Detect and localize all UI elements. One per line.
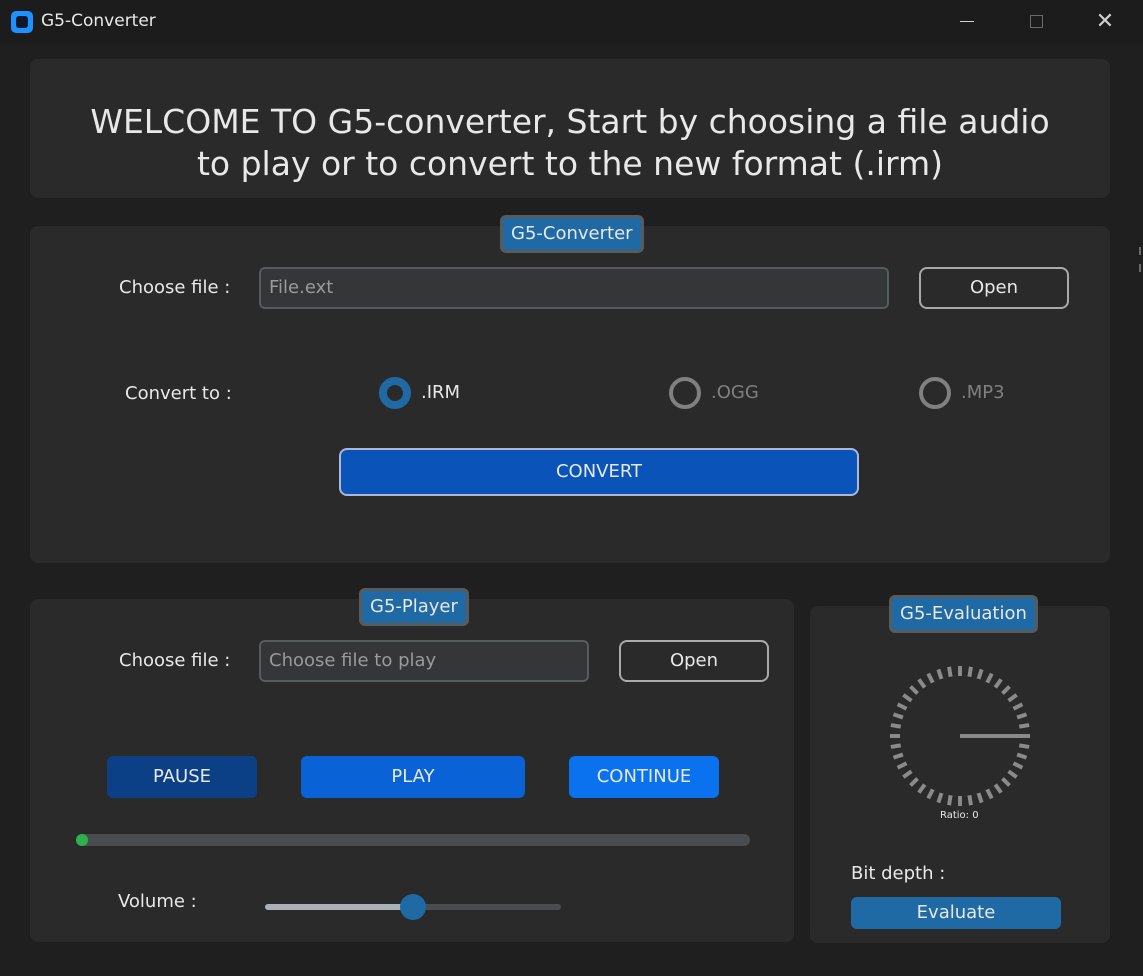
gauge-tick bbox=[947, 794, 953, 806]
gauge-tick bbox=[926, 672, 935, 684]
gauge-tick bbox=[993, 783, 1003, 794]
player-badge: G5-Player bbox=[359, 588, 469, 626]
minimize-button[interactable] bbox=[943, 0, 989, 44]
radio-ogg[interactable] bbox=[669, 377, 701, 409]
volume-slider-fill bbox=[265, 904, 413, 910]
gauge-tick bbox=[1012, 702, 1024, 711]
window-title: G5-Converter bbox=[41, 11, 156, 31]
playback-progress-bar[interactable] bbox=[76, 834, 750, 846]
welcome-panel: WELCOME TO G5-converter, Start by choosi… bbox=[30, 59, 1110, 198]
gauge-tick bbox=[967, 794, 973, 806]
gauge-tick bbox=[1001, 777, 1011, 787]
play-button[interactable]: PLAY bbox=[301, 756, 525, 798]
bit-depth-label: Bit depth : bbox=[851, 863, 946, 884]
gauge-tick bbox=[909, 777, 919, 787]
volume-label: Volume : bbox=[118, 891, 197, 912]
welcome-line-2: to play or to convert to the new format … bbox=[196, 144, 943, 183]
gauge-tick bbox=[1016, 752, 1028, 760]
gauge-tick bbox=[926, 788, 935, 800]
gauge-tick bbox=[917, 678, 927, 689]
gauge-tick bbox=[993, 678, 1003, 689]
gauge-tick bbox=[890, 743, 902, 749]
continue-button[interactable]: CONTINUE bbox=[569, 756, 719, 798]
gauge-tick bbox=[967, 666, 973, 678]
player-choose-file-label: Choose file : bbox=[119, 650, 231, 671]
radio-irm-label: .IRM bbox=[421, 382, 461, 403]
gauge-tick bbox=[892, 752, 904, 760]
radio-irm[interactable] bbox=[379, 377, 411, 409]
gauge-tick bbox=[902, 693, 913, 703]
gauge-tick bbox=[892, 712, 904, 720]
gauge-tick bbox=[985, 788, 994, 800]
convert-button[interactable]: CONVERT bbox=[339, 448, 859, 496]
window-edge-mark bbox=[1139, 247, 1141, 255]
gauge-tick bbox=[1001, 685, 1011, 695]
title-bar: G5-Converter ✕ bbox=[0, 0, 1143, 44]
gauge-tick bbox=[1018, 723, 1030, 729]
gauge-tick bbox=[985, 672, 994, 684]
converter-badge: G5-Converter bbox=[500, 215, 644, 253]
gauge-tick bbox=[976, 792, 984, 804]
playback-progress-fill bbox=[76, 834, 88, 846]
converter-open-button[interactable]: Open bbox=[919, 267, 1069, 309]
gauge-tick bbox=[896, 702, 908, 711]
welcome-message: WELCOME TO G5-converter, Start by choosi… bbox=[30, 101, 1110, 185]
gauge-tick bbox=[1007, 693, 1018, 703]
window-edge-mark bbox=[1139, 264, 1141, 272]
minimize-icon bbox=[960, 21, 974, 22]
converter-choose-file-label: Choose file : bbox=[119, 277, 231, 298]
gauge-tick bbox=[890, 723, 902, 729]
gauge-tick bbox=[936, 792, 944, 804]
gauge-tick bbox=[947, 666, 953, 678]
ratio-value: Ratio: 0 bbox=[940, 810, 979, 821]
gauge-tick bbox=[1016, 712, 1028, 720]
gauge-tick bbox=[936, 668, 944, 680]
converter-file-input[interactable]: File.ext bbox=[259, 267, 889, 309]
volume-slider[interactable] bbox=[265, 894, 561, 920]
maximize-button[interactable] bbox=[1013, 0, 1059, 44]
gauge-tick bbox=[1012, 761, 1024, 770]
player-file-input[interactable]: Choose file to play bbox=[259, 640, 589, 682]
player-open-button[interactable]: Open bbox=[619, 640, 769, 682]
gauge-tick bbox=[1018, 743, 1030, 749]
evaluation-badge: G5-Evaluation bbox=[889, 595, 1038, 633]
gauge-tick bbox=[1007, 769, 1018, 779]
gauge-tick bbox=[902, 769, 913, 779]
welcome-line-1: WELCOME TO G5-converter, Start by choosi… bbox=[90, 102, 1050, 141]
gauge-tick bbox=[917, 783, 927, 794]
pause-button[interactable]: PAUSE bbox=[107, 756, 257, 798]
radio-mp3-label: .MP3 bbox=[961, 382, 1005, 403]
app-logo-icon bbox=[11, 11, 33, 33]
gauge-tick bbox=[909, 685, 919, 695]
gauge-tick bbox=[976, 668, 984, 680]
ratio-gauge bbox=[890, 666, 1030, 806]
close-icon: ✕ bbox=[1095, 9, 1115, 34]
maximize-icon bbox=[1030, 15, 1043, 28]
evaluate-button[interactable]: Evaluate bbox=[851, 897, 1061, 929]
close-button[interactable]: ✕ bbox=[1082, 0, 1128, 44]
radio-mp3[interactable] bbox=[919, 377, 951, 409]
gauge-tick bbox=[896, 761, 908, 770]
radio-ogg-label: .OGG bbox=[711, 382, 759, 403]
convert-to-label: Convert to : bbox=[125, 383, 232, 404]
volume-slider-handle[interactable] bbox=[400, 894, 426, 920]
